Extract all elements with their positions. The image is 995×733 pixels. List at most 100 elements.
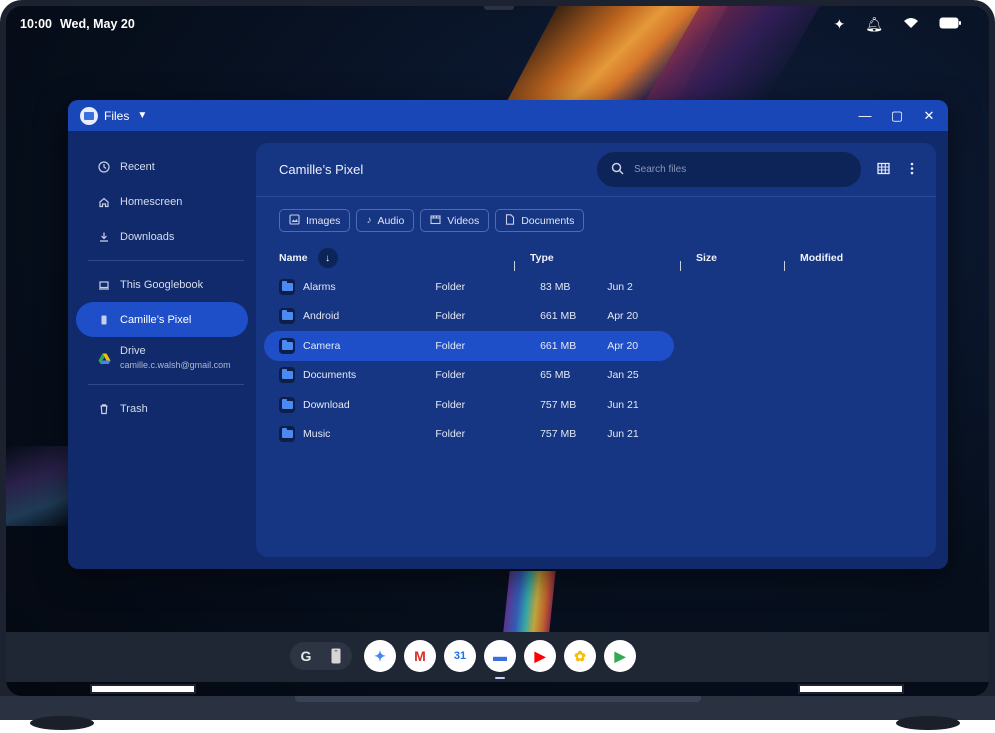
status-time: 10:00: [20, 17, 52, 31]
youtube-app-icon[interactable]: ▶: [524, 640, 556, 672]
cell-size: 661 MB: [540, 339, 577, 352]
sidebar-item-drive[interactable]: Drive camille.c.walsh@gmail.com: [76, 337, 248, 378]
column-resize-handle[interactable]: [680, 261, 681, 271]
calendar-app-icon[interactable]: 31: [444, 640, 476, 672]
column-header-name[interactable]: Name ↓: [256, 248, 520, 268]
cell-size: 83 MB: [540, 280, 571, 293]
sparkle-icon[interactable]: ✦: [833, 17, 845, 31]
minimize-button[interactable]: —: [858, 108, 872, 123]
sidebar-item-recent[interactable]: Recent: [76, 149, 248, 184]
video-icon: [430, 214, 441, 228]
search-box[interactable]: Search files: [597, 152, 861, 187]
play-store-app-icon[interactable]: ▶: [604, 640, 636, 672]
file-table: Name ↓ Type Size Modified Alarms Folder …: [256, 244, 936, 449]
chip-videos[interactable]: Videos: [420, 209, 490, 232]
phone-icon: [98, 314, 110, 326]
chip-images[interactable]: Images: [279, 209, 351, 232]
sort-arrow-down-icon[interactable]: ↓: [317, 248, 338, 268]
main-panel: Camille’s Pixel Search files Images ♪ Au…: [256, 143, 936, 557]
home-icon: [98, 196, 110, 208]
phone-hub-icon[interactable]: [324, 644, 348, 668]
table-row[interactable]: Music Folder 757 MB Jun 21: [256, 420, 674, 450]
cell-type: Folder: [435, 428, 466, 441]
sidebar-item-label: Downloads: [120, 230, 175, 243]
search-input[interactable]: Search files: [634, 164, 686, 175]
battery-icon[interactable]: [939, 17, 961, 31]
folder-icon: [279, 278, 295, 295]
column-resize-handle[interactable]: [514, 261, 515, 271]
files-app-shelf-icon[interactable]: ▬: [484, 640, 516, 679]
folder-icon: [279, 367, 295, 384]
gmail-glyph: M: [414, 648, 426, 664]
google-launcher-icon[interactable]: G: [294, 644, 318, 668]
column-header-type[interactable]: Type: [514, 252, 686, 271]
chip-label: Documents: [521, 214, 575, 227]
file-name: Documents: [303, 369, 357, 382]
status-bar: 10:00 Wed, May 20 ✦ 🔔︎: [6, 6, 989, 42]
clock-icon: [98, 160, 110, 173]
photos-app-icon[interactable]: ✿: [564, 640, 596, 672]
cell-modified: Jan 25: [607, 369, 639, 382]
trash-icon: [98, 403, 110, 415]
gemini-app-icon[interactable]: ✦: [364, 640, 396, 672]
image-icon: [289, 213, 300, 228]
gmail-app-icon[interactable]: M: [404, 640, 436, 672]
play-store-glyph: ▶: [614, 647, 626, 664]
close-button[interactable]: ✕: [922, 108, 936, 124]
cell-size: 757 MB: [540, 398, 577, 411]
files-glyph: ▬: [493, 648, 507, 664]
status-date: Wed, May 20: [59, 17, 135, 31]
sidebar-item-this-googlebook[interactable]: This Googlebook: [76, 267, 248, 302]
sidebar-item-trash[interactable]: Trash: [76, 391, 248, 426]
wallpaper-rainbow: [502, 571, 556, 641]
sidebar-item-camilles-pixel[interactable]: Camille’s Pixel: [76, 302, 248, 337]
chip-documents[interactable]: Documents: [495, 209, 585, 232]
cell-name: Camera: [264, 337, 425, 354]
column-resize-handle[interactable]: [784, 261, 785, 271]
cell-name: Music: [256, 426, 425, 443]
file-name: Download: [303, 398, 350, 411]
drive-texts: Drive camille.c.walsh@gmail.com: [120, 345, 231, 370]
sidebar-item-downloads[interactable]: Downloads: [76, 219, 248, 254]
cell-type: Folder: [435, 398, 466, 411]
chip-audio[interactable]: ♪ Audio: [356, 209, 415, 232]
drive-account: camille.c.walsh@gmail.com: [120, 360, 231, 370]
window-title[interactable]: Files: [104, 109, 129, 123]
more-vert-icon[interactable]: [910, 162, 914, 178]
sidebar-item-label: Camille’s Pixel: [120, 313, 192, 326]
cell-name: Android: [256, 308, 425, 325]
cell-modified: Apr 20: [607, 310, 639, 323]
folder-icon: [279, 396, 295, 413]
column-label: Size: [696, 252, 718, 264]
table-row[interactable]: Documents Folder 65 MB Jan 25: [256, 361, 674, 391]
sidebar: Recent Homescreen Downloads This Googleb…: [68, 131, 256, 569]
main-header: Camille’s Pixel Search files: [256, 143, 936, 197]
wifi-icon[interactable]: [903, 17, 919, 31]
cell-size: 661 MB: [540, 310, 577, 323]
calendar-glyph: 31: [453, 650, 467, 662]
gemini-glyph: ✦: [374, 647, 386, 664]
base-lip: [295, 696, 701, 702]
drive-label: Drive: [120, 345, 146, 357]
maximize-button[interactable]: ▢: [890, 108, 904, 124]
column-label: Modified: [800, 252, 844, 264]
table-row[interactable]: Alarms Folder 83 MB Jun 2: [256, 272, 674, 302]
table-row[interactable]: Android Folder 661 MB Apr 20: [256, 302, 674, 332]
cell-name: Alarms: [256, 278, 425, 295]
sidebar-item-label: Recent: [120, 160, 155, 173]
grid-view-icon[interactable]: [877, 162, 890, 178]
sidebar-item-homescreen[interactable]: Homescreen: [76, 184, 248, 219]
table-row-selected[interactable]: Camera Folder 661 MB Apr 20: [264, 331, 674, 361]
google-drive-icon: [98, 352, 111, 364]
column-header-size[interactable]: Size: [680, 252, 790, 271]
header-actions: [877, 162, 914, 178]
files-window: Files ▼ — ▢ ✕ Recent Homescreen Download…: [68, 100, 948, 569]
chevron-down-icon[interactable]: ▼: [137, 110, 147, 121]
base-leg-left: [30, 716, 94, 730]
table-row[interactable]: Download Folder 757 MB Jun 21: [256, 390, 674, 420]
cell-name: Documents: [256, 367, 425, 384]
notification-bell-icon[interactable]: 🔔︎: [865, 17, 883, 31]
chip-label: Videos: [447, 214, 480, 227]
page-title: Camille’s Pixel: [279, 162, 364, 177]
column-header-modified[interactable]: Modified: [784, 252, 910, 271]
